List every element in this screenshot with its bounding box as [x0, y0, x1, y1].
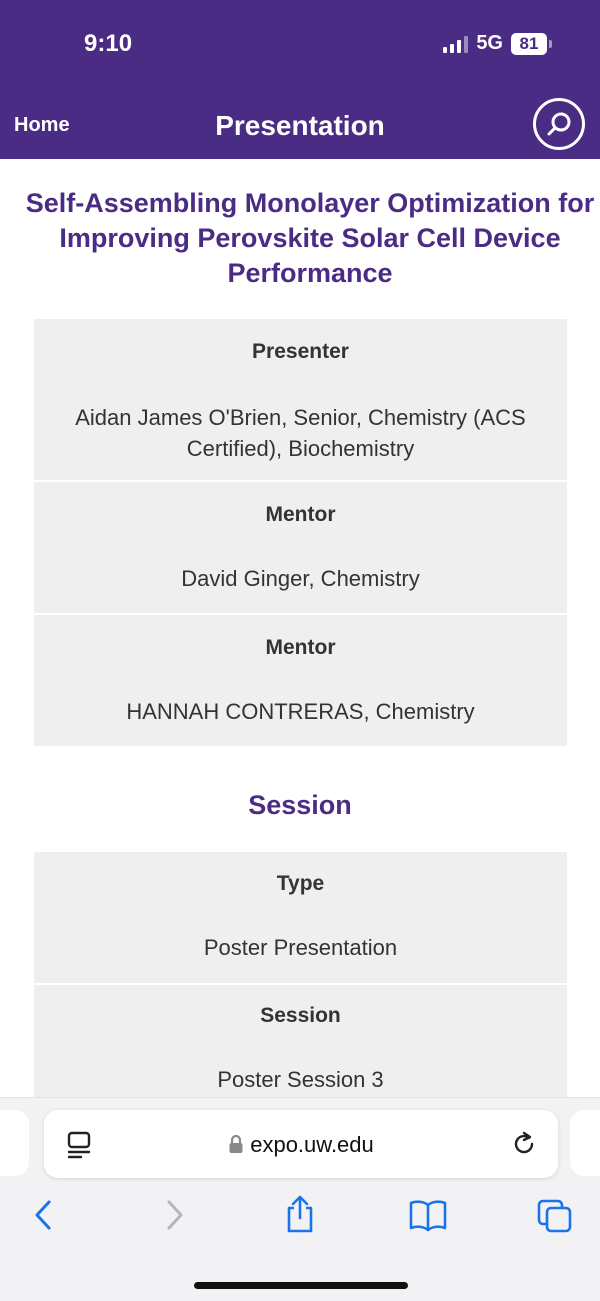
type-label: Type	[276, 872, 325, 895]
lock-icon	[229, 1134, 243, 1153]
type-cell: Type Poster Presentation	[34, 852, 567, 985]
app-header: 9:10 5G 81 Home Presentation	[0, 0, 600, 159]
session-value: Poster Session 3	[217, 1067, 384, 1092]
share-icon[interactable]	[284, 1194, 316, 1234]
mentor-value: HANNAH CONTRERAS, Chemistry	[126, 699, 475, 724]
navigation-toolbar	[0, 1195, 600, 1238]
url-display[interactable]: expo.uw.edu	[44, 1132, 558, 1158]
browser-toolbar: expo.uw.edu	[0, 1097, 600, 1301]
search-icon	[547, 112, 571, 136]
bookmarks-icon[interactable]	[408, 1198, 448, 1232]
address-bar[interactable]: expo.uw.edu	[44, 1110, 558, 1178]
type-value: Poster Presentation	[203, 935, 398, 960]
battery-icon: 81	[511, 32, 552, 55]
presenter-value: Aidan James O'Brien, Senior, Chemistry (…	[75, 405, 526, 461]
status-time: 9:10	[84, 30, 133, 57]
mentor-value: David Ginger, Chemistry	[181, 566, 420, 591]
back-icon[interactable]	[32, 1198, 56, 1232]
reload-icon[interactable]	[510, 1130, 538, 1158]
presenter-label: Presenter	[252, 340, 349, 363]
people-card: Presenter Aidan James O'Brien, Senior, C…	[34, 319, 567, 746]
presenter-cell: Presenter Aidan James O'Brien, Senior, C…	[34, 319, 567, 482]
session-cell: Session Poster Session 3	[34, 985, 567, 1097]
session-label: Session	[260, 1004, 341, 1027]
network-label: 5G	[476, 32, 503, 54]
next-tab-preview[interactable]	[570, 1110, 600, 1176]
url-text: expo.uw.edu	[250, 1132, 374, 1157]
page-title: Presentation	[215, 110, 385, 141]
home-indicator[interactable]	[194, 1282, 408, 1289]
presentation-title: Self-Assembling Monolayer Optimization f…	[25, 188, 595, 288]
session-heading: Session	[248, 790, 352, 820]
mentor-cell: Mentor David Ginger, Chemistry	[34, 482, 567, 615]
forward-icon[interactable]	[162, 1198, 186, 1232]
tabs-icon[interactable]	[536, 1198, 574, 1234]
battery-level: 81	[511, 32, 547, 55]
search-button[interactable]	[533, 98, 585, 150]
session-card: Type Poster Presentation Session Poster …	[34, 852, 567, 1097]
previous-tab-preview[interactable]	[0, 1110, 29, 1176]
mentor-label: Mentor	[265, 503, 336, 526]
signal-icon	[443, 35, 469, 53]
mentor-label: Mentor	[265, 636, 336, 659]
status-indicators: 5G 81	[443, 32, 552, 55]
mentor-cell: Mentor HANNAH CONTRERAS, Chemistry	[34, 615, 567, 746]
